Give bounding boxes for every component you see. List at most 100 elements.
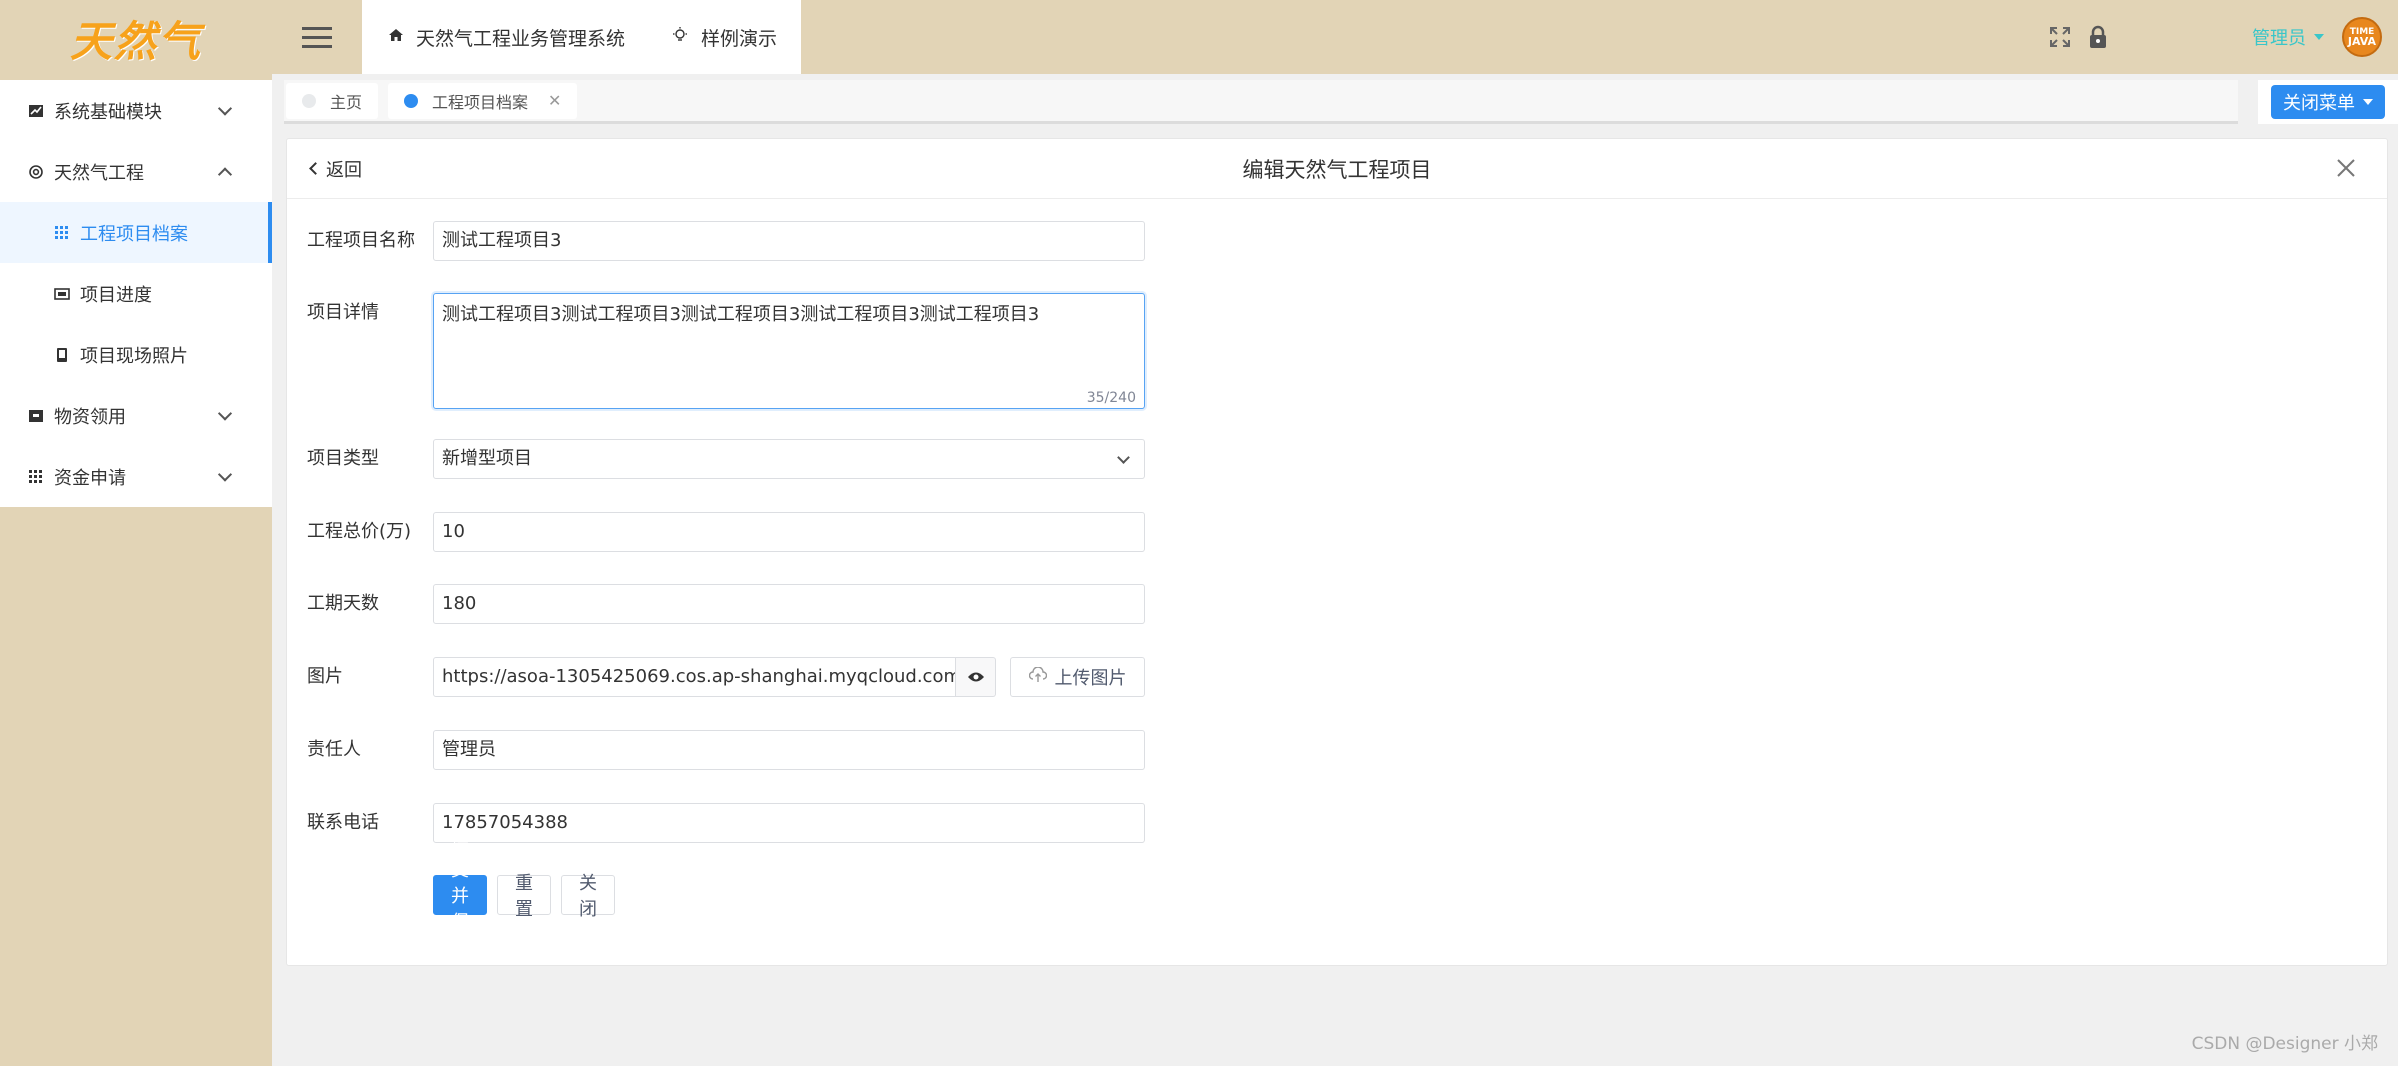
system-title: 天然气工程业务管理系统 [416, 27, 626, 50]
sidebar-item-label: 天然气工程 [54, 162, 144, 184]
fullscreen-icon[interactable] [2046, 23, 2074, 51]
reset-button[interactable]: 重置 [497, 873, 551, 920]
avatar-text-bottom: JAVA [2347, 35, 2377, 48]
detail-text: 测试工程项目3测试工程项目3测试工程项目3测试工程项目3测试工程项目3 [442, 304, 1040, 325]
cloud-upload-icon [1028, 665, 1047, 688]
user-dropdown[interactable]: 管理员 [2252, 24, 2324, 50]
type-value: 新增型项目 [442, 448, 532, 469]
name-label: 工程项目名称 [307, 230, 415, 251]
box-icon [28, 408, 44, 424]
edit-panel: 返回 编辑天然气工程项目 工程项目名称 测试工程项目3 项目详情 测试工程项目3… [286, 138, 2388, 966]
back-label: 返回 [326, 159, 362, 181]
form-row-owner: 责任人 管理员 [307, 730, 1145, 770]
sidebar-item-site-photos[interactable]: 项目现场照片 [0, 324, 272, 385]
sidebar-item-materials[interactable]: 物资领用 [0, 385, 272, 446]
owner-input[interactable]: 管理员 [433, 730, 1145, 770]
total-price-input[interactable]: 10 [433, 512, 1145, 552]
close-button[interactable]: 关闭 [561, 873, 615, 920]
sidebar: 天然气 系统基础模块 天然气工程 工程项目档案 项目进度 项目现场照片 物资领用… [0, 0, 272, 1066]
form-row-detail: 项目详情 测试工程项目3测试工程项目3测试工程项目3测试工程项目3测试工程项目3… [307, 293, 1145, 409]
avatar[interactable]: TIME JAVA [2342, 17, 2382, 57]
user-name: 管理员 [2252, 28, 2306, 49]
lock-icon[interactable] [2084, 23, 2112, 51]
watermark: CSDN @Designer 小郑 [2191, 1034, 2378, 1054]
total-label: 工程总价(万) [307, 521, 412, 542]
panel-header: 返回 编辑天然气工程项目 [287, 139, 2387, 199]
image-url-group: https://asoa-1305425069.cos.ap-shanghai.… [433, 657, 1145, 697]
breadcrumb: 天然气工程业务管理系统 样例演示 [362, 0, 802, 74]
grid-icon [54, 225, 70, 241]
project-type-select[interactable]: 新增型项目 [433, 439, 1145, 479]
caret-down-icon [2363, 99, 2373, 105]
form-row-total: 工程总价(万) 10 [307, 512, 1145, 552]
logo[interactable]: 天然气 [0, 0, 272, 76]
menu-toggle-icon[interactable] [272, 0, 362, 74]
sidebar-item-funding[interactable]: 资金申请 [0, 446, 272, 507]
char-counter: 35/240 [1086, 390, 1136, 406]
close-menu-wrap: 关闭菜单 [2258, 80, 2398, 124]
caret-down-icon [2314, 34, 2324, 40]
sidebar-item-label: 工程项目档案 [80, 223, 188, 245]
tab-bar: 主页 工程项目档案 ✕ 关闭菜单 [284, 80, 2398, 124]
sidebar-item-progress[interactable]: 项目进度 [0, 263, 272, 324]
project-detail-textarea[interactable]: 测试工程项目3测试工程项目3测试工程项目3测试工程项目3测试工程项目3 35/2… [433, 293, 1145, 409]
detail-label: 项目详情 [307, 302, 379, 323]
sidebar-item-project-archive[interactable]: 工程项目档案 [0, 202, 272, 263]
back-button[interactable]: 返回 [309, 156, 362, 182]
form-row-days: 工期天数 180 [307, 584, 1145, 624]
demo-label: 样例演示 [701, 27, 778, 50]
progress-icon [54, 286, 70, 302]
sidebar-item-system-basic[interactable]: 系统基础模块 [0, 80, 272, 141]
days-label: 工期天数 [307, 593, 379, 614]
phone-icon [54, 347, 70, 363]
image-label: 图片 [307, 666, 343, 687]
chevron-left-icon [309, 162, 322, 175]
tab-label: 工程项目档案 [432, 92, 529, 112]
bulb-icon [671, 26, 689, 49]
logo-text: 天然气 [69, 16, 202, 66]
chevron-down-icon [217, 466, 233, 482]
close-menu-label: 关闭菜单 [2283, 93, 2355, 114]
submit-save-button[interactable]: 提交并保存 [433, 834, 487, 959]
chart-icon [28, 103, 44, 119]
phone-input[interactable]: 17857054388 [433, 803, 1145, 843]
chevron-down-icon [217, 405, 233, 421]
sidebar-menu: 系统基础模块 天然气工程 工程项目档案 项目进度 项目现场照片 物资领用 资金申… [0, 80, 272, 507]
upload-label: 上传图片 [1054, 668, 1127, 689]
chevron-up-icon [217, 166, 233, 182]
panel-title: 编辑天然气工程项目 [1242, 157, 1432, 182]
phone-label: 联系电话 [307, 812, 379, 833]
gear-icon [28, 164, 44, 180]
form-row-name: 工程项目名称 测试工程项目3 [307, 221, 1145, 261]
owner-label: 责任人 [307, 739, 361, 760]
tab-project-archive[interactable]: 工程项目档案 ✕ [388, 82, 578, 119]
type-label: 项目类型 [307, 448, 379, 469]
duration-days-input[interactable]: 180 [433, 584, 1145, 624]
top-header: 天然气工程业务管理系统 样例演示 管理员 TIME JAVA [272, 0, 2398, 74]
upload-image-button[interactable]: 上传图片 [1010, 657, 1145, 697]
form-row-image: 图片 https://asoa-1305425069.cos.ap-shangh… [307, 657, 1145, 697]
tab-strip: 主页 工程项目档案 ✕ [284, 80, 2238, 124]
project-name-input[interactable]: 测试工程项目3 [433, 221, 1145, 261]
breadcrumb-demo[interactable]: 样例演示 [671, 24, 777, 51]
sidebar-item-gas-project[interactable]: 天然气工程 [0, 141, 272, 202]
form-row-phone: 联系电话 17857054388 [307, 803, 1145, 843]
close-menu-button[interactable]: 关闭菜单 [2271, 85, 2385, 119]
eye-icon[interactable] [956, 657, 996, 697]
tab-dot-icon [302, 93, 316, 108]
grid-icon [28, 469, 44, 485]
sidebar-item-label: 系统基础模块 [54, 101, 162, 123]
sidebar-item-label: 项目进度 [80, 284, 152, 306]
sidebar-item-label: 资金申请 [54, 467, 126, 489]
tab-dot-icon [404, 93, 419, 108]
chevron-down-icon [1117, 451, 1130, 464]
tab-home[interactable]: 主页 [286, 82, 379, 119]
close-tab-icon[interactable]: ✕ [548, 91, 561, 110]
image-url-input[interactable]: https://asoa-1305425069.cos.ap-shanghai.… [433, 657, 956, 697]
tab-label: 主页 [330, 92, 363, 112]
sidebar-item-label: 物资领用 [54, 406, 126, 428]
close-icon[interactable] [2335, 157, 2357, 179]
chevron-down-icon [217, 100, 233, 116]
form-row-type: 项目类型 新增型项目 [307, 439, 1145, 479]
breadcrumb-home[interactable]: 天然气工程业务管理系统 [388, 24, 625, 51]
